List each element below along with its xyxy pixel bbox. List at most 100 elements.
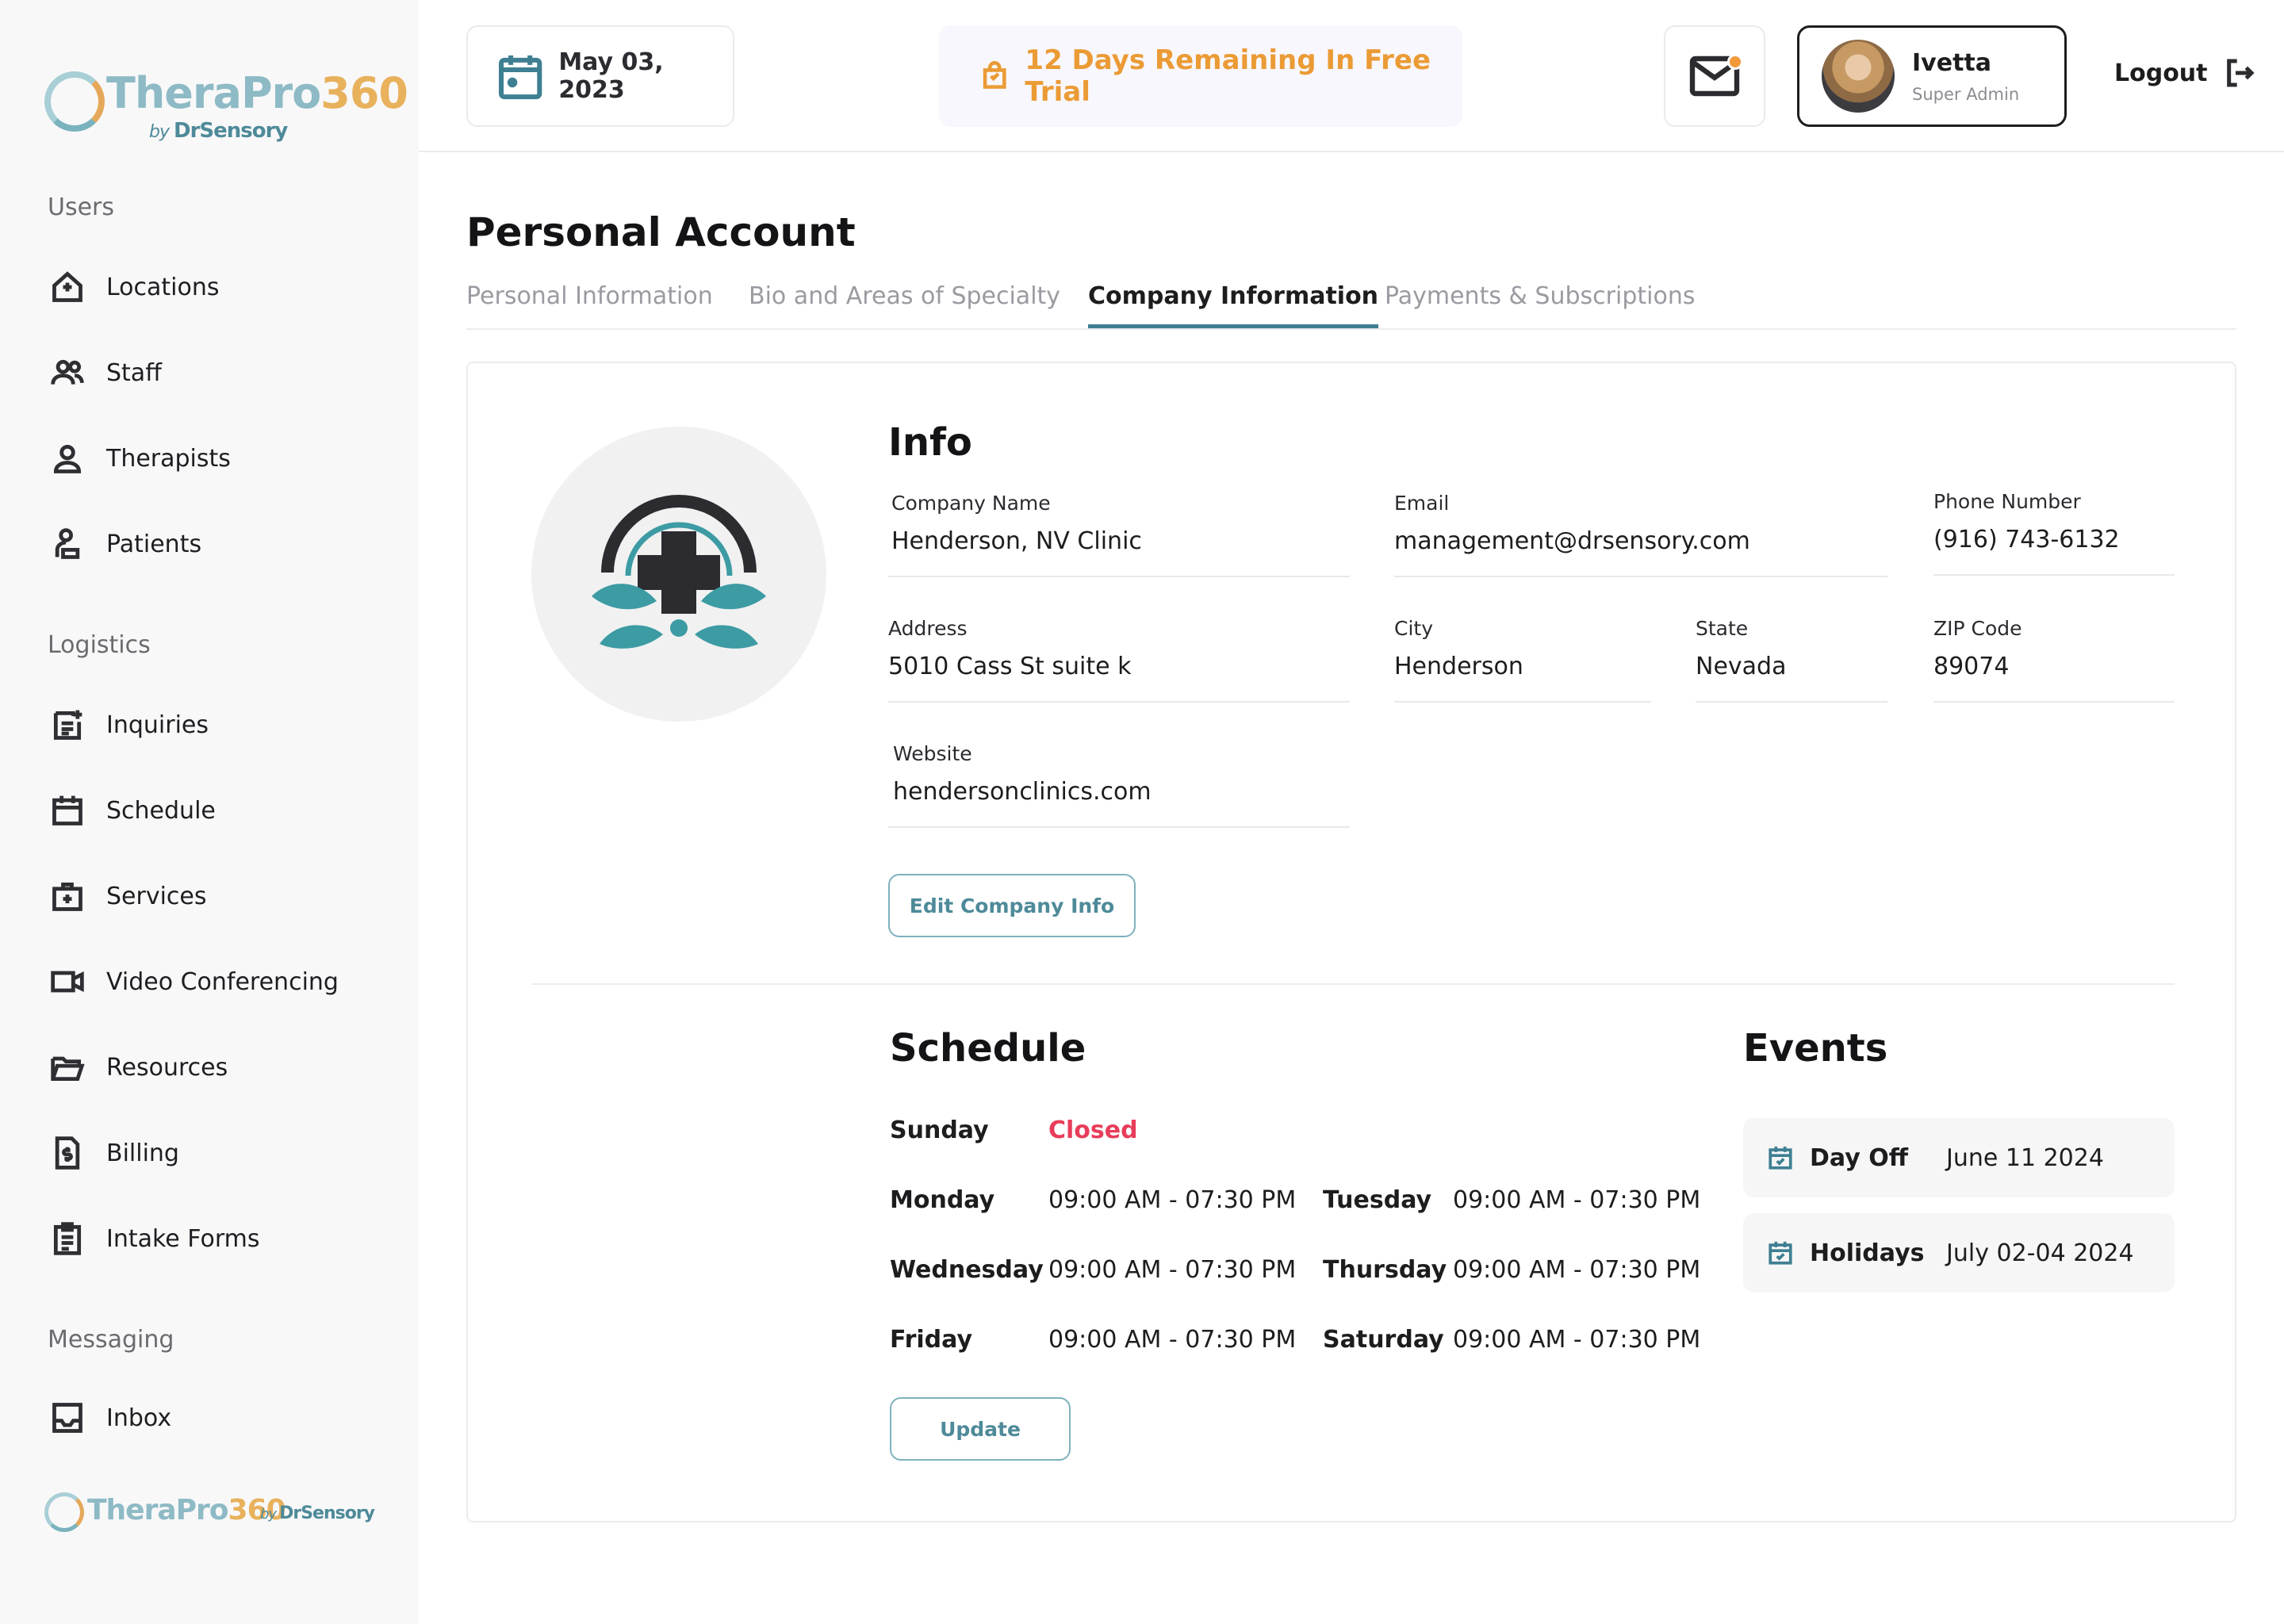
sidebar-item-video-conferencing[interactable]: Video Conferencing — [48, 958, 397, 1005]
sidebar-item-patients[interactable]: Patients — [48, 520, 397, 568]
phone-field[interactable]: Phone Number (916) 743-6132 — [1933, 490, 2175, 576]
person-icon — [48, 439, 87, 478]
avatar — [1822, 40, 1895, 113]
user-profile-button[interactable]: Ivetta Super Admin — [1797, 25, 2067, 127]
sidebar-item-inbox[interactable]: Inbox — [48, 1394, 397, 1442]
date-display[interactable]: May 03, 2023 — [466, 25, 734, 127]
tab-bio-and-areas-of-specialty[interactable]: Bio and Areas of Specialty — [749, 282, 1060, 328]
sidebar-item-label: Inquiries — [106, 710, 209, 739]
schedule-heading: Schedule — [890, 1026, 1086, 1071]
brand-by: by — [149, 122, 170, 142]
sidebar-item-inquiries[interactable]: Inquiries — [48, 701, 397, 749]
sidebar-item-label: Video Conferencing — [106, 967, 339, 996]
section-label-logistics: Logistics — [48, 631, 151, 659]
messages-button[interactable] — [1664, 25, 1765, 127]
inbox-icon — [48, 1398, 87, 1438]
schedule-hours-sunday: Closed — [1048, 1116, 1138, 1144]
email-field[interactable]: Email management@drsensory.com — [1394, 492, 1887, 577]
events-heading: Events — [1743, 1026, 1888, 1071]
zip-value: 89074 — [1933, 653, 2010, 680]
tab-payments-subscriptions[interactable]: Payments & Subscriptions — [1385, 282, 1695, 328]
sidebar-item-staff[interactable]: Staff — [48, 349, 397, 396]
zip-label: ZIP Code — [1933, 617, 2022, 640]
sidebar-item-label: Patients — [106, 530, 202, 558]
schedule-day-thursday: Thursday — [1323, 1256, 1447, 1284]
section-label-messaging: Messaging — [48, 1326, 174, 1354]
logo-ring-icon — [44, 71, 105, 132]
current-date: May 03, 2023 — [558, 48, 664, 104]
patient-icon — [48, 524, 87, 564]
email-label: Email — [1394, 492, 1450, 515]
schedule-hours-wednesday: 09:00 AM - 07:30 PM — [1048, 1256, 1297, 1284]
state-field[interactable]: State Nevada — [1696, 617, 1887, 703]
website-field[interactable]: Website hendersonclinics.com — [888, 742, 1350, 828]
section-divider — [531, 983, 2175, 985]
calendar-icon — [499, 55, 542, 100]
company-name-value: Henderson, NV Clinic — [891, 527, 1142, 555]
city-value: Henderson — [1394, 653, 1523, 680]
sidebar-item-label: Billing — [106, 1139, 179, 1167]
user-name: Ivetta — [1912, 48, 1991, 77]
sidebar-item-label: Staff — [106, 358, 162, 387]
people-icon — [48, 353, 87, 393]
tab-company-information[interactable]: Company Information — [1088, 282, 1379, 328]
sidebar-item-therapists[interactable]: Therapists — [48, 435, 397, 482]
sidebar-item-label: Intake Forms — [106, 1224, 260, 1253]
sidebar-item-resources[interactable]: Resources — [48, 1044, 397, 1091]
logout-button[interactable]: Logout — [2114, 57, 2255, 89]
address-field[interactable]: Address 5010 Cass St suite k — [888, 617, 1350, 703]
brand-by-name: DrSensory — [173, 119, 288, 143]
website-label: Website — [893, 742, 972, 765]
schedule-hours-friday: 09:00 AM - 07:30 PM — [1048, 1326, 1297, 1354]
top-header: May 03, 2023 12 Days Remaining In Free T… — [419, 0, 2284, 152]
sidebar-item-services[interactable]: Services — [48, 872, 397, 920]
tab-personal-information[interactable]: Personal Information — [466, 282, 713, 328]
schedule-day-friday: Friday — [890, 1326, 973, 1354]
zip-field[interactable]: ZIP Code 89074 — [1933, 617, 2175, 703]
schedule-hours-tuesday: 09:00 AM - 07:30 PM — [1453, 1186, 1701, 1214]
company-info-card: Info Company Name Henderson, NV Clinic E… — [466, 362, 2236, 1522]
sidebar-item-label: Therapists — [106, 444, 231, 473]
sidebar-item-label: Resources — [106, 1053, 228, 1082]
company-logo[interactable] — [531, 427, 826, 722]
sidebar-item-label: Schedule — [106, 796, 216, 825]
company-name-field[interactable]: Company Name Henderson, NV Clinic — [888, 492, 1350, 577]
shopping-bag-icon — [983, 61, 1006, 89]
calendar-check-icon — [1769, 1241, 1792, 1265]
schedule-day-tuesday: Tuesday — [1323, 1186, 1432, 1214]
invoice-icon — [48, 1133, 87, 1173]
update-button[interactable]: Update — [890, 1397, 1071, 1461]
address-value: 5010 Cass St suite k — [888, 653, 1132, 680]
calendar-check-icon — [1769, 1146, 1792, 1170]
phone-label: Phone Number — [1933, 490, 2081, 513]
schedule-day-sunday: Sunday — [890, 1116, 989, 1144]
brand-logo[interactable]: TheraPro360 by DrSensory — [44, 67, 408, 154]
website-value: hendersonclinics.com — [893, 778, 1152, 806]
schedule-hours-monday: 09:00 AM - 07:30 PM — [1048, 1186, 1297, 1214]
edit-company-info-button[interactable]: Edit Company Info — [888, 874, 1136, 937]
sidebar: TheraPro360 by DrSensory Users Locations … — [0, 0, 419, 1624]
location-house-icon — [48, 267, 87, 307]
sidebar-item-locations[interactable]: Locations — [48, 263, 397, 311]
company-name-label: Company Name — [891, 492, 1051, 515]
state-label: State — [1696, 617, 1749, 640]
event-name: Holidays — [1810, 1239, 1925, 1267]
medkit-icon — [48, 876, 87, 916]
trial-banner[interactable]: 12 Days Remaining In Free Trial — [939, 25, 1462, 127]
city-field[interactable]: City Henderson — [1394, 617, 1651, 703]
event-item[interactable]: Day Off June 11 2024 — [1743, 1118, 2175, 1197]
schedule-day-wednesday: Wednesday — [890, 1256, 1044, 1284]
logout-icon — [2226, 59, 2255, 87]
brand-name-part1: TheraPro — [106, 68, 321, 118]
schedule-day-monday: Monday — [890, 1186, 995, 1214]
notification-dot — [1727, 54, 1743, 70]
address-label: Address — [888, 617, 968, 640]
section-label-users: Users — [48, 193, 115, 221]
sidebar-item-schedule[interactable]: Schedule — [48, 787, 397, 834]
event-item[interactable]: Holidays July 02-04 2024 — [1743, 1213, 2175, 1293]
event-name: Day Off — [1810, 1143, 1909, 1172]
sidebar-item-intake-forms[interactable]: Intake Forms — [48, 1215, 397, 1262]
schedule-hours-saturday: 09:00 AM - 07:30 PM — [1453, 1326, 1701, 1354]
user-role: Super Admin — [1912, 84, 2020, 104]
sidebar-item-billing[interactable]: Billing — [48, 1129, 397, 1177]
